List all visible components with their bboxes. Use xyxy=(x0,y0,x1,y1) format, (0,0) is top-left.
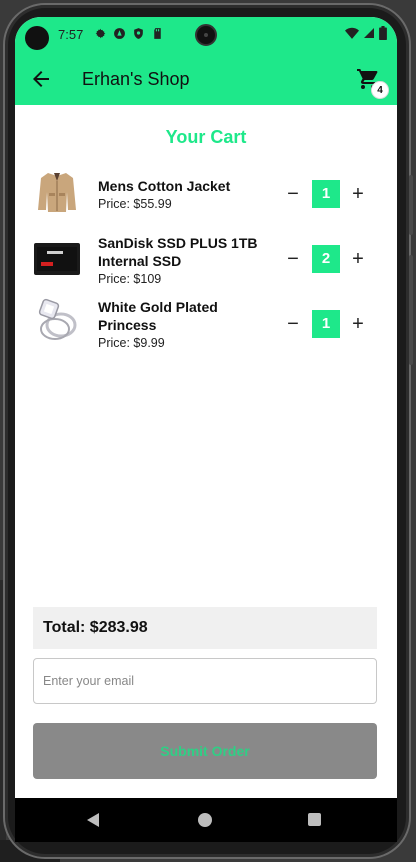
jacket-image xyxy=(38,173,76,212)
quantity-value: 1 xyxy=(312,310,340,338)
nav-home-icon[interactable] xyxy=(198,813,212,827)
front-camera xyxy=(195,24,217,46)
status-time: 7:57 xyxy=(58,27,84,42)
increase-quantity-button[interactable]: + xyxy=(347,183,369,205)
cart-count-badge: 4 xyxy=(371,81,389,99)
submit-order-button[interactable]: Submit Order xyxy=(33,723,377,779)
ring-image xyxy=(38,298,77,340)
arrow-left-icon[interactable] xyxy=(29,67,53,91)
cart-item: SanDisk SSD PLUS 1TB Internal SSD Price:… xyxy=(15,230,397,290)
item-price: Price: $109 xyxy=(98,272,162,286)
item-price: Price: $55.99 xyxy=(98,197,172,211)
volume-button xyxy=(409,175,413,235)
item-price: Price: $9.99 xyxy=(98,336,165,350)
app-title: Erhan's Shop xyxy=(82,69,190,89)
app-screen: 7:57 Erhan's Shop 4 Your Cart Mens Cotto… xyxy=(15,17,397,842)
app-bar: Erhan's Shop 4 xyxy=(15,53,397,105)
nav-back-icon[interactable] xyxy=(87,813,99,827)
wifi-icon xyxy=(345,27,359,39)
sd-card-icon xyxy=(154,28,161,39)
decrease-quantity-button[interactable]: − xyxy=(282,248,304,270)
quantity-value: 1 xyxy=(312,180,340,208)
vpn-icon xyxy=(114,28,125,39)
status-right-icons xyxy=(345,26,387,40)
cart-heading: Your Cart xyxy=(165,127,247,147)
item-name: White Gold Plated Princess xyxy=(98,299,218,333)
power-button xyxy=(409,255,413,365)
signal-icon xyxy=(364,28,374,38)
item-name: SanDisk SSD PLUS 1TB Internal SSD xyxy=(98,235,258,269)
quantity-value: 2 xyxy=(312,245,340,273)
status-bar: 7:57 xyxy=(15,17,397,53)
increase-quantity-button[interactable]: + xyxy=(347,248,369,270)
ssd-image xyxy=(34,243,80,275)
shield-icon xyxy=(134,28,143,39)
cart-item: Mens Cotton Jacket Price: $55.99 − 1 + xyxy=(15,165,397,225)
decrease-quantity-button[interactable]: − xyxy=(282,313,304,335)
battery-icon xyxy=(379,26,387,40)
camera-cutout xyxy=(25,26,49,50)
system-nav-bar xyxy=(15,798,397,842)
increase-quantity-button[interactable]: + xyxy=(347,313,369,335)
email-input[interactable] xyxy=(33,658,377,704)
decrease-quantity-button[interactable]: − xyxy=(282,183,304,205)
cart-total: Total: $283.98 xyxy=(33,607,377,649)
item-name: Mens Cotton Jacket xyxy=(98,178,231,194)
nav-recents-icon[interactable] xyxy=(308,813,321,826)
cart-item: White Gold Plated Princess Price: $9.99 … xyxy=(15,295,397,355)
status-icons xyxy=(94,27,164,40)
settings-icon xyxy=(95,28,106,39)
